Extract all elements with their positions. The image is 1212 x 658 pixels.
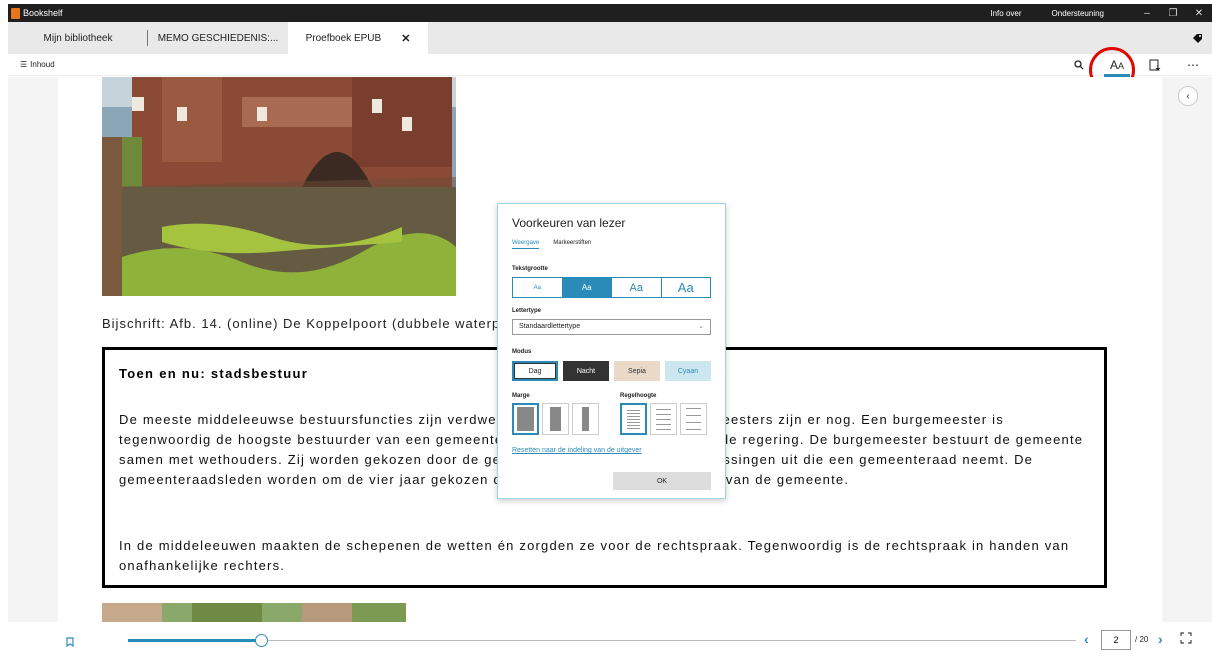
toc-label: Inhoud	[30, 60, 55, 69]
text-size-selector: Aa Aa Aa Aa	[512, 277, 711, 298]
chevron-left-icon[interactable]: ‹	[1178, 86, 1198, 106]
line-height-medium-button[interactable]	[650, 403, 677, 435]
tab-markeerstiften[interactable]: Markeerstiften	[553, 240, 591, 249]
line-height-small-button[interactable]	[620, 403, 647, 435]
tab-weergave[interactable]: Weergave	[512, 240, 540, 249]
mode-label: Modus	[512, 349, 532, 355]
tab-label: Mijn bibliotheek	[43, 32, 113, 44]
box-title: Toen en nu: stadsbestuur	[119, 366, 309, 381]
toc-button[interactable]: ☰ Inhoud	[8, 60, 55, 69]
reader-toolbar: ☰ Inhoud AA ⋯	[8, 54, 1212, 77]
margin-large-button[interactable]	[572, 403, 599, 435]
second-photo	[102, 603, 406, 622]
margin-label: Marge	[512, 393, 530, 399]
chevron-down-icon: ⌄	[698, 323, 704, 330]
tab-label: MEMO GESCHIEDENIS:...	[157, 32, 279, 44]
previous-page-icon[interactable]: ‹	[1084, 631, 1089, 647]
tab-memo[interactable]: MEMO GESCHIEDENIS:...	[148, 22, 288, 54]
page-total: / 20	[1135, 635, 1149, 644]
text-size-m-button[interactable]: Aa	[612, 278, 662, 297]
menu-icon: ☰	[20, 60, 28, 69]
tab-proefboek[interactable]: Proefboek EPUB ✕	[288, 22, 428, 54]
font-select[interactable]: Standaardlettertype ⌄	[512, 319, 711, 335]
reader-preferences-dialog: Voorkeuren van lezer Weergave Markeersti…	[497, 203, 726, 499]
font-label: Lettertype	[512, 308, 542, 314]
progress-thumb[interactable]	[255, 634, 268, 647]
more-options-icon[interactable]: ⋯	[1174, 54, 1212, 76]
title-bar: Bookshelf Info over Ondersteuning – ❐ ✕	[8, 4, 1212, 22]
close-window-icon[interactable]: ✕	[1186, 8, 1212, 19]
mode-nacht-button[interactable]: Nacht	[563, 361, 609, 381]
text-size-label: Tekstgrootte	[512, 266, 548, 272]
margin-selector	[512, 403, 599, 435]
mode-cyaan-button[interactable]: Cyaan	[665, 361, 711, 381]
tab-bar: Mijn bibliotheek MEMO GESCHIEDENIS:... P…	[8, 22, 1212, 54]
margin-small-button[interactable]	[512, 403, 539, 435]
bookmark-icon[interactable]	[66, 636, 74, 650]
line-height-label: Regelhoogte	[620, 393, 657, 399]
mode-dag-button[interactable]: Dag	[512, 361, 558, 381]
info-link[interactable]: Info over	[990, 9, 1021, 18]
bookshelf-logo-icon	[11, 7, 20, 19]
next-page-icon[interactable]: ›	[1158, 631, 1163, 647]
tag-icon[interactable]	[1182, 22, 1212, 54]
bookmark-list-icon	[1149, 59, 1161, 71]
page-number-input[interactable]: 2	[1101, 630, 1131, 650]
line-height-large-button[interactable]	[680, 403, 707, 435]
bottom-bar: ‹ 2 / 20 ›	[8, 622, 1212, 658]
app-title: Bookshelf	[8, 7, 63, 19]
mode-selector: Dag Nacht Sepia Cyaan	[512, 361, 711, 381]
restore-icon[interactable]: ❐	[1160, 8, 1186, 19]
text-size-xs-button[interactable]: Aa	[513, 278, 563, 297]
koppelpoort-photo	[102, 77, 456, 296]
minimize-icon[interactable]: –	[1134, 8, 1160, 19]
close-tab-icon[interactable]: ✕	[401, 32, 410, 45]
box-paragraph-2: In de middeleeuwen maakten de schepenen …	[119, 538, 1070, 573]
support-link[interactable]: Ondersteuning	[1052, 9, 1104, 18]
line-height-selector	[620, 403, 707, 435]
search-icon	[1074, 59, 1084, 69]
dialog-title: Voorkeuren van lezer	[512, 216, 626, 230]
text-size-s-button[interactable]: Aa	[562, 278, 612, 297]
app-name: Bookshelf	[23, 8, 63, 18]
text-size-l-button[interactable]: Aa	[662, 278, 711, 297]
mode-sepia-button[interactable]: Sepia	[614, 361, 660, 381]
tab-library[interactable]: Mijn bibliotheek	[8, 22, 148, 54]
ok-button[interactable]: OK	[613, 472, 711, 490]
dialog-tabs: Weergave Markeerstiften	[512, 240, 591, 249]
tab-label: Proefboek EPUB	[305, 32, 382, 44]
font-select-value: Standaardlettertype	[519, 323, 581, 330]
margin-medium-button[interactable]	[542, 403, 569, 435]
reset-layout-link[interactable]: Resetten naar de indeling van de uitgeve…	[512, 447, 642, 454]
progress-fill	[128, 639, 261, 642]
progress-track[interactable]	[128, 640, 1076, 641]
fullscreen-icon[interactable]	[1180, 632, 1192, 647]
bookmarks-list-button[interactable]	[1136, 54, 1174, 76]
